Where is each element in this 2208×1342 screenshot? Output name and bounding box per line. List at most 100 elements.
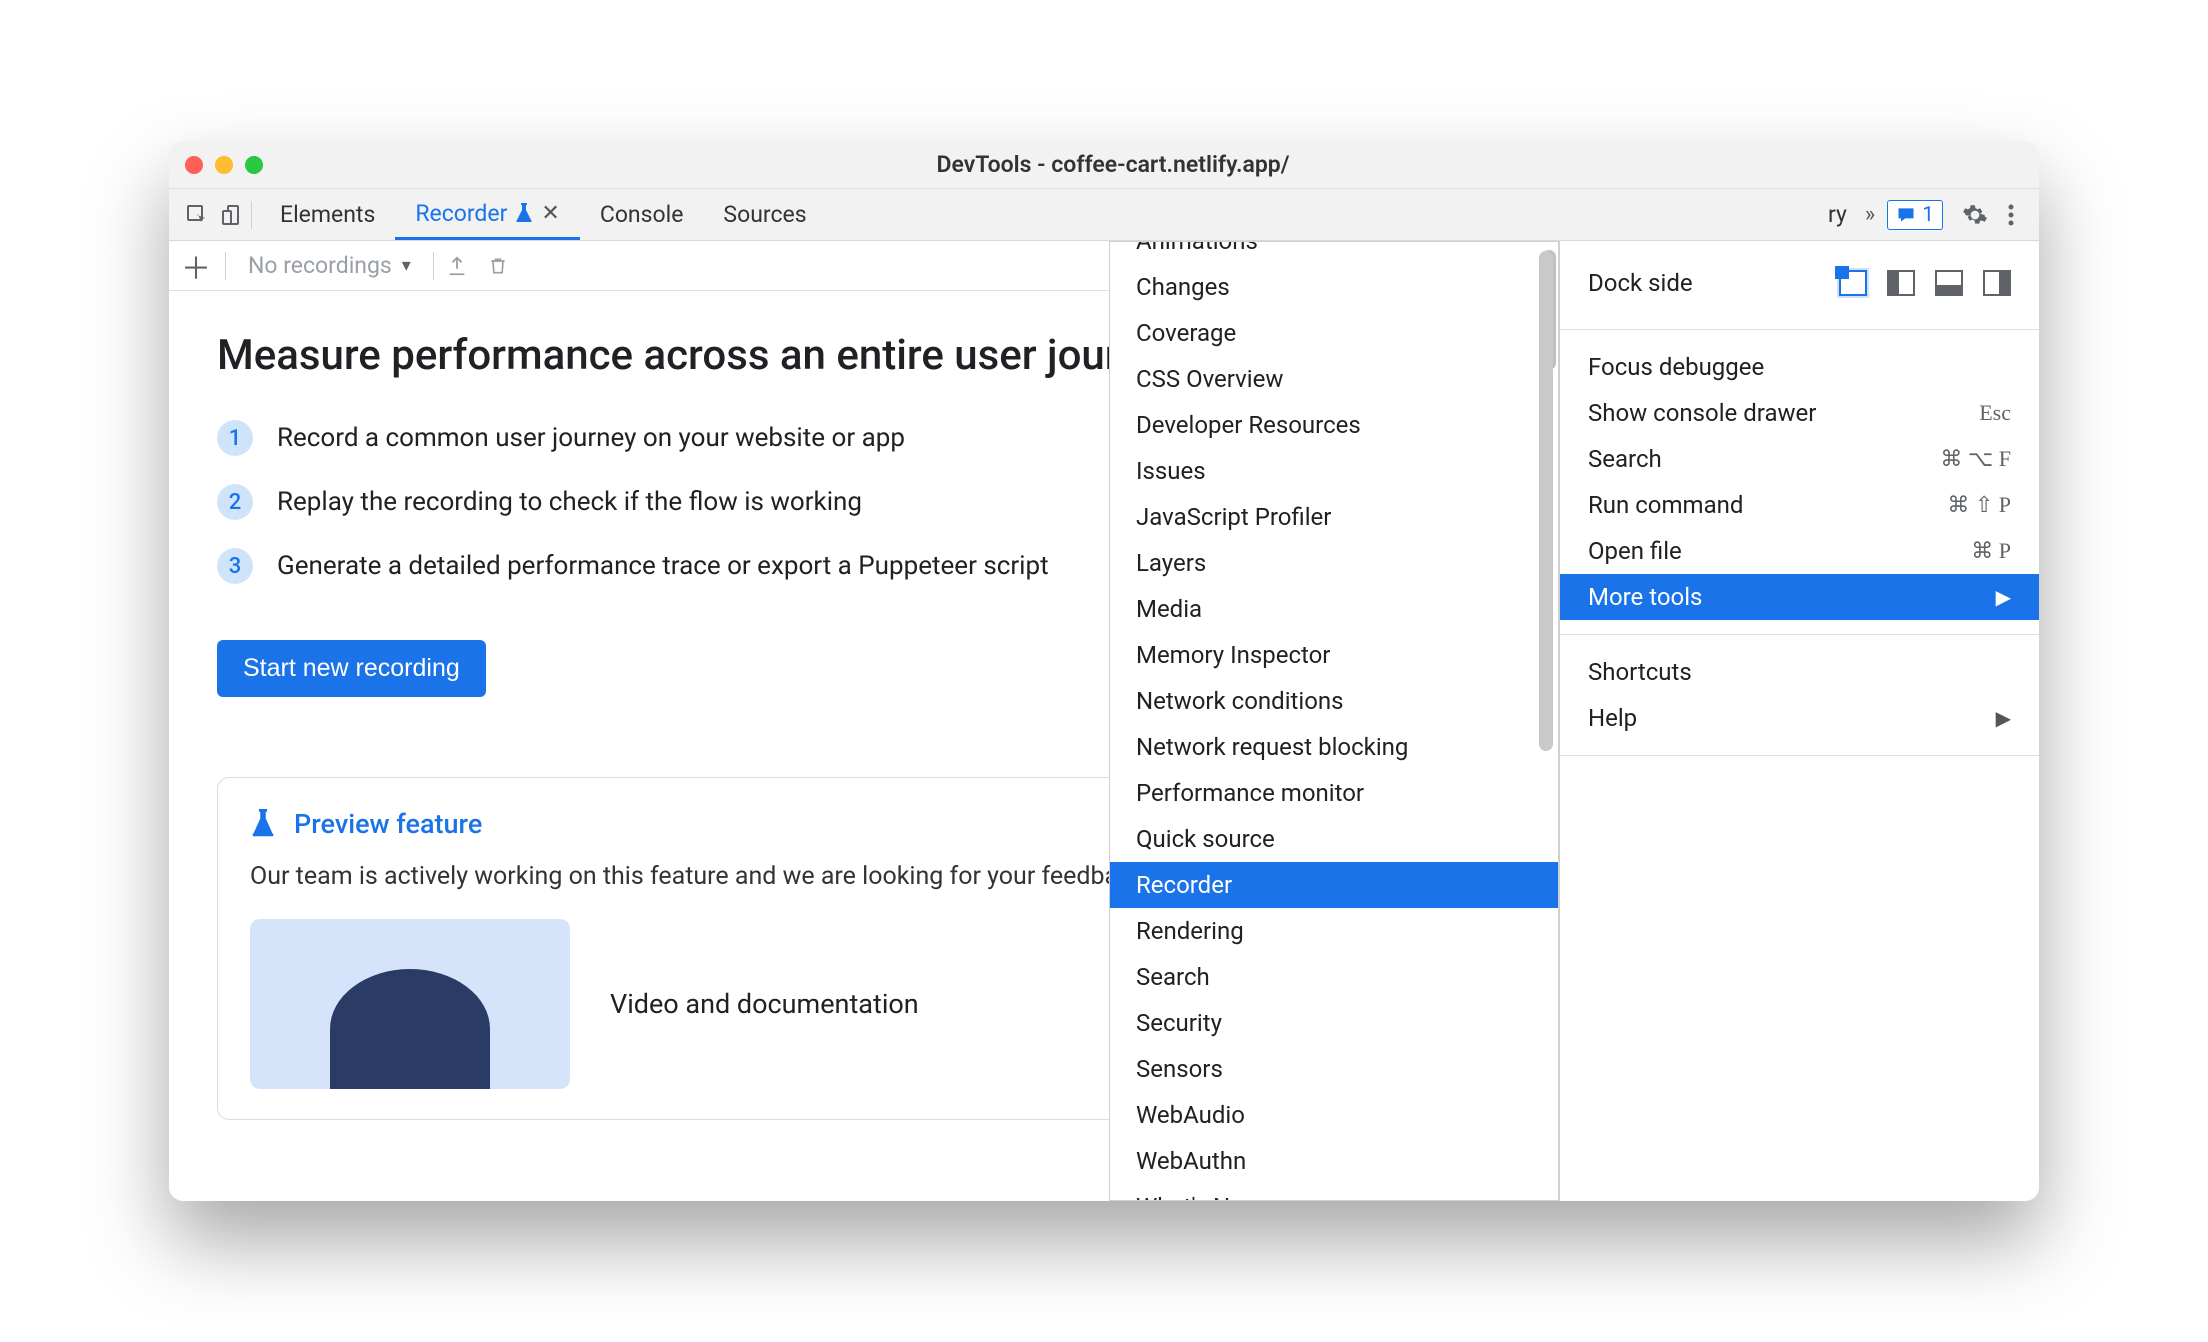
menu-item-label: Shortcuts xyxy=(1588,658,1692,686)
submenu-arrow-icon: ▶ xyxy=(1996,585,2011,609)
flask-icon xyxy=(250,809,276,839)
dock-side-row: Dock side xyxy=(1560,255,2039,315)
media-caption: Video and documentation xyxy=(610,988,919,1020)
tab-recorder[interactable]: Recorder ✕ xyxy=(395,189,580,240)
divider xyxy=(225,252,226,280)
menu-item-help[interactable]: Help ▶ xyxy=(1560,695,2039,741)
more-tabs-chevron-icon[interactable]: » xyxy=(1853,202,1887,227)
submenu-item-quick-source[interactable]: Quick source xyxy=(1110,816,1558,862)
menu-item-shortcuts[interactable]: Shortcuts xyxy=(1560,649,2039,695)
submenu-item-media[interactable]: Media xyxy=(1110,586,1558,632)
dock-right-icon[interactable] xyxy=(1983,270,2011,296)
divider xyxy=(251,201,252,229)
step-text: Replay the recording to check if the flo… xyxy=(277,487,862,517)
panel-tabs: Elements Recorder ✕ Console Sources xyxy=(260,189,827,240)
tab-overflow-hint: ry xyxy=(1828,201,1853,228)
recording-selector[interactable]: No recordings ▾ xyxy=(238,252,421,279)
devtools-topbar: Elements Recorder ✕ Console Sources ry »… xyxy=(169,189,2039,241)
menu-shortcut: ⌘ ⇧ P xyxy=(1947,492,2011,518)
dock-bottom-icon[interactable] xyxy=(1935,270,1963,296)
messages-badge[interactable]: 1 xyxy=(1887,200,1943,230)
step-number: 3 xyxy=(217,548,253,584)
submenu-item-layers[interactable]: Layers xyxy=(1110,540,1558,586)
step-number: 1 xyxy=(217,420,253,456)
submenu-item-css-overview[interactable]: CSS Overview xyxy=(1110,356,1558,402)
submenu-item-coverage[interactable]: Coverage xyxy=(1110,310,1558,356)
tab-label: Elements xyxy=(280,201,375,228)
submenu-item-rendering[interactable]: Rendering xyxy=(1110,908,1558,954)
dock-undock-icon[interactable] xyxy=(1839,270,1867,296)
kebab-menu-icon[interactable] xyxy=(1993,197,2029,233)
traffic-lights xyxy=(185,156,263,174)
tab-label: Sources xyxy=(723,201,806,228)
close-window-button[interactable] xyxy=(185,156,203,174)
menu-item-label: More tools xyxy=(1588,583,1702,611)
chevron-down-icon: ▾ xyxy=(402,255,411,276)
menu-item-focus-debuggee[interactable]: Focus debuggee xyxy=(1560,344,2039,390)
main-menu-items-2: Shortcuts Help ▶ xyxy=(1560,635,2039,756)
tab-console[interactable]: Console xyxy=(580,189,704,240)
delete-icon[interactable] xyxy=(488,255,518,277)
titlebar: DevTools - coffee-cart.netlify.app/ xyxy=(169,141,2039,189)
step-text: Record a common user journey on your web… xyxy=(277,423,905,453)
dock-left-icon[interactable] xyxy=(1887,270,1915,296)
step-number: 2 xyxy=(217,484,253,520)
tab-elements[interactable]: Elements xyxy=(260,189,395,240)
step-text: Generate a detailed performance trace or… xyxy=(277,551,1049,581)
more-tools-submenu: AnimationsChangesCoverageCSS OverviewDev… xyxy=(1109,241,1559,1201)
start-recording-button[interactable]: Start new recording xyxy=(217,640,486,697)
submenu-item-search[interactable]: Search xyxy=(1110,954,1558,1000)
window-title: DevTools - coffee-cart.netlify.app/ xyxy=(263,151,1963,178)
submenu-list: AnimationsChangesCoverageCSS OverviewDev… xyxy=(1110,242,1558,1200)
devtools-window: DevTools - coffee-cart.netlify.app/ Elem… xyxy=(169,141,2039,1201)
menu-item-label: Help xyxy=(1588,704,1637,732)
menu-item-more-tools[interactable]: More tools ▶ xyxy=(1560,574,2039,620)
tab-sources[interactable]: Sources xyxy=(703,189,826,240)
menu-shortcut: ⌘ ⌥ F xyxy=(1940,446,2011,472)
submenu-item-security[interactable]: Security xyxy=(1110,1000,1558,1046)
submenu-item-changes[interactable]: Changes xyxy=(1110,264,1558,310)
fullscreen-window-button[interactable] xyxy=(245,156,263,174)
submenu-item-issues[interactable]: Issues xyxy=(1110,448,1558,494)
submenu-item-what-s-new[interactable]: What's New xyxy=(1110,1184,1558,1200)
device-toggle-icon[interactable] xyxy=(215,197,251,233)
menu-shortcut: ⌘ P xyxy=(1971,538,2011,564)
preview-title-text: Preview feature xyxy=(294,808,482,840)
divider xyxy=(433,252,434,280)
menu-shortcut: Esc xyxy=(1979,400,2011,426)
menu-item-open-file[interactable]: Open file ⌘ P xyxy=(1560,528,2039,574)
submenu-item-memory-inspector[interactable]: Memory Inspector xyxy=(1110,632,1558,678)
submenu-item-performance-monitor[interactable]: Performance monitor xyxy=(1110,770,1558,816)
scrollbar-thumb[interactable] xyxy=(1539,251,1553,751)
menu-item-search[interactable]: Search ⌘ ⌥ F xyxy=(1560,436,2039,482)
submenu-item-animations[interactable]: Animations xyxy=(1110,242,1558,264)
submenu-item-sensors[interactable]: Sensors xyxy=(1110,1046,1558,1092)
main-menu-items: Focus debuggeeShow console drawerEscSear… xyxy=(1560,330,2039,635)
menu-item-label: Open file xyxy=(1588,537,1682,565)
dock-icons xyxy=(1839,270,2011,296)
submenu-item-recorder[interactable]: Recorder xyxy=(1110,862,1558,908)
new-recording-icon[interactable]: ＋ xyxy=(179,244,213,288)
export-icon[interactable] xyxy=(446,255,476,277)
dock-side-label: Dock side xyxy=(1588,269,1693,297)
submenu-item-network-request-blocking[interactable]: Network request blocking xyxy=(1110,724,1558,770)
submenu-item-network-conditions[interactable]: Network conditions xyxy=(1110,678,1558,724)
submenu-arrow-icon: ▶ xyxy=(1996,706,2011,730)
main-menu: Dock side Focus debuggee Show console dra… xyxy=(1559,241,2039,1201)
inspect-icon[interactable] xyxy=(179,197,215,233)
recording-selector-label: No recordings xyxy=(248,252,392,279)
submenu-item-webauthn[interactable]: WebAuthn xyxy=(1110,1138,1558,1184)
settings-gear-icon[interactable] xyxy=(1957,197,1993,233)
video-thumbnail[interactable] xyxy=(250,919,570,1089)
menu-item-label: Focus debuggee xyxy=(1588,353,1764,381)
menu-item-label: Search xyxy=(1588,445,1662,473)
messages-count: 1 xyxy=(1922,203,1934,227)
menu-item-run-command[interactable]: Run command⌘ ⇧ P xyxy=(1560,482,2039,528)
tab-label: Console xyxy=(600,201,684,228)
minimize-window-button[interactable] xyxy=(215,156,233,174)
submenu-item-developer-resources[interactable]: Developer Resources xyxy=(1110,402,1558,448)
menu-item-show-console-drawer[interactable]: Show console drawerEsc xyxy=(1560,390,2039,436)
submenu-item-webaudio[interactable]: WebAudio xyxy=(1110,1092,1558,1138)
close-tab-icon[interactable]: ✕ xyxy=(541,201,559,226)
submenu-item-javascript-profiler[interactable]: JavaScript Profiler xyxy=(1110,494,1558,540)
